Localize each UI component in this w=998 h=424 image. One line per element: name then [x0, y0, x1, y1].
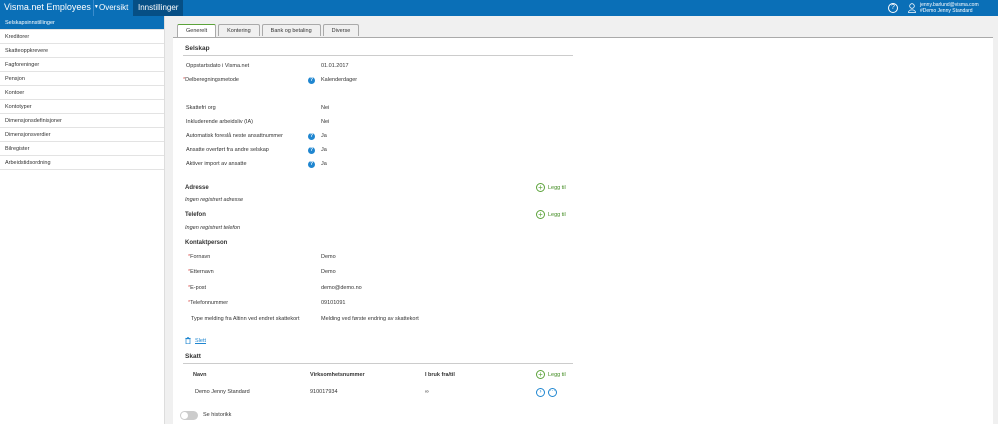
field-value-fornavn: Demo — [321, 254, 336, 260]
adresse-empty-text: Ingen registrert adresse — [185, 197, 244, 203]
field-value-ia: Nei — [321, 119, 330, 125]
field-label-text: Delberegningsmetode — [185, 77, 239, 83]
add-label: Legg til — [548, 211, 566, 218]
section-title-selskap: Selskap — [185, 45, 210, 52]
field-label-text: Etternavn — [190, 269, 214, 275]
tab-bar: Generelt Kontering Bank og betaling Dive… — [177, 24, 360, 37]
top-bar: Visma.net Employees ▼ Oversikt Innstilli… — [0, 0, 998, 16]
app-title: Visma.net Employees — [4, 2, 91, 12]
help-icon[interactable]: ? — [308, 161, 315, 168]
main-content — [173, 37, 993, 424]
field-label-text: E-post — [190, 285, 207, 291]
sidebar-item-skatteoppkrevere[interactable]: Skatteoppkrevere — [0, 44, 164, 58]
field-label-auto-ansattnummer: Automatisk foreslå neste ansattnummer — [186, 133, 283, 139]
sidebar-item-selskapsinnstillinger[interactable]: Selskapsinnstillinger — [0, 16, 164, 30]
field-value-delberegningsmetode: Kalenderdager — [321, 77, 358, 83]
sidebar-item-arbeidstidsordning[interactable]: Arbeidstidsordning — [0, 156, 164, 170]
plus-circle-icon: + — [536, 370, 545, 379]
user-info[interactable]: jenny.barlund@visma.com #Demo Jenny Stan… — [920, 2, 979, 14]
help-icon[interactable]: ? — [308, 77, 315, 84]
field-label-aktiver-import: Aktiver import av ansatte — [186, 161, 247, 167]
field-label-skattefri-org: Skattefri org — [186, 105, 216, 111]
add-adresse-button[interactable]: + Legg til — [536, 183, 566, 192]
field-value-altinn-melding: Melding ved første endring av skattekort — [321, 316, 419, 322]
field-label-etternavn: *Etternavn — [188, 269, 214, 275]
sidebar-item-dimensjonsverdier[interactable]: Dimensjonsverdier — [0, 128, 164, 142]
field-label-text: Fornavn — [190, 254, 211, 260]
right-gutter — [993, 16, 998, 424]
left-gutter — [165, 16, 173, 424]
user-company: #Demo Jenny Standard — [920, 8, 973, 14]
field-value-telefonnummer: 09101091 — [321, 300, 346, 306]
help-icon[interactable]: ? — [308, 147, 315, 154]
field-label-delberegningsmetode: *Delberegningsmetode — [183, 77, 239, 83]
column-header-navn: Navn — [193, 372, 207, 378]
tab-generelt[interactable]: Generelt — [177, 24, 217, 37]
delete-label: Slett — [195, 337, 207, 344]
field-value-epost: demo@demo.no — [321, 285, 362, 291]
plus-circle-icon: + — [536, 210, 545, 219]
sidebar-item-kreditorer[interactable]: Kreditorer — [0, 30, 164, 44]
field-value-skattefri-org: Nei — [321, 105, 330, 111]
field-label-text: Telefonnummer — [190, 300, 229, 306]
app-switcher[interactable]: Visma.net Employees ▼ — [4, 2, 99, 12]
historikk-label: Se historikk — [203, 412, 232, 418]
sidebar-item-bilregister[interactable]: Bilregister — [0, 142, 164, 156]
field-value-auto-ansattnummer: Ja — [321, 133, 327, 139]
help-icon[interactable]: ? — [308, 133, 315, 140]
chevron-right-icon[interactable]: › — [536, 388, 545, 397]
nav-oversikt[interactable]: Oversikt — [93, 0, 133, 16]
add-label: Legg til — [548, 184, 566, 191]
field-label-epost: *E-post — [188, 285, 206, 291]
section-title-kontaktperson: Kontaktperson — [185, 240, 228, 246]
nav-innstillinger[interactable]: Innstillinger — [133, 0, 184, 16]
cell-virksomhetsnummer: 910017934 — [310, 389, 338, 395]
field-value-aktiver-import: Ja — [321, 161, 327, 167]
sidebar-item-fagforeninger[interactable]: Fagforeninger — [0, 58, 164, 72]
column-header-virksomhetsnummer: Virksomhetsnummer — [310, 372, 365, 378]
trash-icon — [185, 337, 191, 344]
sidebar: Selskapsinnstillinger Kreditorer Skatteo… — [0, 16, 165, 424]
cell-navn: Demo Jenny Standard — [195, 389, 250, 395]
historikk-toggle[interactable] — [180, 411, 198, 420]
field-value-oppstartsdato: 01.01.2017 — [321, 63, 349, 69]
add-telefon-button[interactable]: + Legg til — [536, 210, 566, 219]
field-label-ansatte-overfort: Ansatte overført fra andre selskap — [186, 147, 269, 153]
field-value-ansatte-overfort: Ja — [321, 147, 327, 153]
help-icon[interactable]: ? — [888, 3, 898, 13]
more-options-icon[interactable]: ··· — [548, 388, 557, 397]
add-skatt-button[interactable]: + Legg til — [536, 370, 566, 379]
add-label: Legg til — [548, 371, 566, 378]
section-title-telefon: Telefon — [185, 212, 206, 218]
sidebar-item-kontotyper[interactable]: Kontotyper — [0, 100, 164, 114]
plus-circle-icon: + — [536, 183, 545, 192]
sidebar-item-dimensjonsdefinisjoner[interactable]: Dimensjonsdefinisjoner — [0, 114, 164, 128]
field-label-oppstartsdato: Oppstartsdato i Visma.net — [186, 63, 250, 69]
sidebar-item-kontoer[interactable]: Kontoer — [0, 86, 164, 100]
tab-kontering[interactable]: Kontering — [218, 24, 260, 36]
section-title-skatt: Skatt — [185, 353, 201, 360]
delete-button[interactable]: Slett — [185, 337, 206, 344]
field-label-fornavn: *Fornavn — [188, 254, 210, 260]
sidebar-item-pensjon[interactable]: Pensjon — [0, 72, 164, 86]
column-header-i-bruk: I bruk fra/til — [425, 372, 455, 378]
tab-diverse[interactable]: Diverse — [322, 24, 360, 36]
section-title-adresse: Adresse — [185, 185, 209, 191]
telefon-empty-text: Ingen registrert telefon — [185, 225, 241, 231]
divider — [183, 55, 573, 56]
cell-i-bruk: ∞ — [425, 389, 429, 395]
user-icon[interactable] — [908, 3, 916, 13]
field-label-altinn-melding: Type melding fra Altinn ved endret skatt… — [191, 316, 300, 322]
tab-bank-og-betaling[interactable]: Bank og betaling — [261, 24, 321, 36]
field-label-ia: Inkluderende arbeidsliv (IA) — [186, 119, 253, 125]
field-label-telefonnummer: *Telefonnummer — [188, 300, 228, 306]
field-value-etternavn: Demo — [321, 269, 336, 275]
divider — [183, 363, 573, 364]
